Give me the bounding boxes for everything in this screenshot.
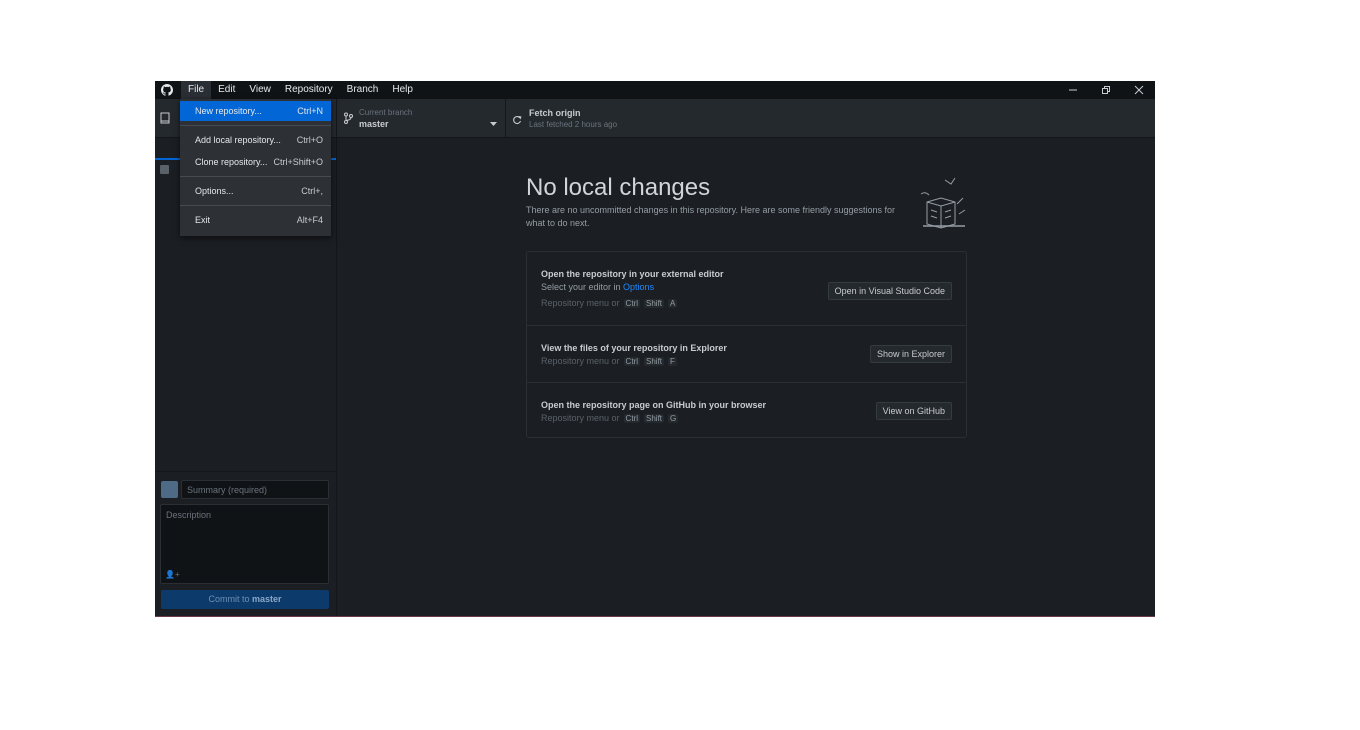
fetch-origin-button[interactable]: Fetch origin Last fetched 2 hours ago <box>506 99 676 137</box>
minimize-icon[interactable] <box>1056 81 1089 99</box>
menu-item-label: Clone repository... <box>195 157 268 167</box>
restore-icon[interactable] <box>1089 81 1122 99</box>
select-all-checkbox[interactable] <box>160 165 169 174</box>
avatar <box>161 481 178 498</box>
page-subtitle: There are no uncommitted changes in this… <box>526 205 896 228</box>
key-f: F <box>668 356 677 366</box>
view-on-github-button[interactable]: View on GitHub <box>875 402 952 420</box>
suggestion-show-explorer: View the files of your repository in Exp… <box>527 326 966 383</box>
key-shift: Shift <box>644 413 665 423</box>
commit-message-area: Summary (required) Description 👤+ Commit… <box>155 471 336 617</box>
key-a: A <box>668 298 678 308</box>
key-ctrl: Ctrl <box>623 298 640 308</box>
menu-separator <box>180 205 331 206</box>
menu-item-label: Exit <box>195 215 211 225</box>
open-in-editor-button[interactable]: Open in Visual Studio Code <box>827 282 952 300</box>
hint-text: Repository menu or <box>541 298 620 308</box>
menu-help[interactable]: Help <box>385 81 420 99</box>
menu-item-add-local-repository[interactable]: Add local repository... Ctrl+O <box>180 130 331 150</box>
repository-icon <box>160 111 170 129</box>
github-logo-icon <box>161 84 173 96</box>
suggestion-title: Open the repository page on GitHub in yo… <box>541 400 767 410</box>
window-bottom-border <box>155 616 1155 617</box>
menu-edit[interactable]: Edit <box>211 81 242 99</box>
suggestion-title: Open the repository in your external edi… <box>541 269 724 279</box>
keyboard-hint: Repository menu or Ctrl Shift A <box>541 298 678 308</box>
suggestion-open-editor: Open the repository in your external edi… <box>527 252 966 326</box>
sync-icon <box>512 112 522 130</box>
current-branch-button[interactable]: Current branch master <box>337 99 506 137</box>
menu-separator <box>180 176 331 177</box>
suggestions-list: Open the repository in your external edi… <box>526 251 967 438</box>
fetch-origin-label: Fetch origin <box>529 108 581 118</box>
menu-repository[interactable]: Repository <box>278 81 340 99</box>
no-changes-view: No local changes There are no uncommitte… <box>337 138 1155 617</box>
key-ctrl: Ctrl <box>623 413 640 423</box>
suggestion-description: Select your editor in Options <box>541 282 654 292</box>
description-placeholder: Description <box>166 510 212 520</box>
summary-input[interactable]: Summary (required) <box>181 480 329 499</box>
description-input[interactable]: Description 👤+ <box>160 504 329 584</box>
branch-icon <box>343 111 353 129</box>
menu-file[interactable]: File <box>181 81 212 99</box>
menu-item-shortcut: Ctrl+Shift+O <box>273 157 323 167</box>
key-ctrl: Ctrl <box>623 356 640 366</box>
menu-item-clone-repository[interactable]: Clone repository... Ctrl+Shift+O <box>180 152 331 172</box>
close-icon[interactable] <box>1122 81 1155 99</box>
options-link[interactable]: Options <box>623 282 654 292</box>
menu-item-shortcut: Alt+F4 <box>296 215 323 225</box>
last-fetched-label: Last fetched 2 hours ago <box>529 120 618 129</box>
menu-item-shortcut: Ctrl+O <box>296 135 323 145</box>
key-shift: Shift <box>644 356 665 366</box>
page-title: No local changes <box>526 174 711 201</box>
menu-item-label: Options... <box>195 186 234 196</box>
key-shift: Shift <box>644 298 665 308</box>
commit-button[interactable]: Commit to master <box>161 590 329 609</box>
suggestion-view-github: Open the repository page on GitHub in yo… <box>527 383 966 437</box>
chevron-down-icon <box>490 114 498 132</box>
keyboard-hint: Repository menu or Ctrl Shift G <box>541 413 679 423</box>
menu-item-shortcut: Ctrl+N <box>297 106 323 116</box>
current-branch-name: master <box>359 119 389 129</box>
suggestion-title: View the files of your repository in Exp… <box>541 343 727 353</box>
current-branch-label: Current branch <box>359 108 413 117</box>
menu-item-shortcut: Ctrl+, <box>301 186 323 196</box>
hint-text: Repository menu or <box>541 356 620 366</box>
commit-button-prefix: Commit to <box>208 594 252 604</box>
title-bar: File Edit View Repository Branch Help <box>155 81 1155 99</box>
keyboard-hint: Repository menu or Ctrl Shift F <box>541 356 677 366</box>
file-menu-dropdown: New repository... Ctrl+N Add local repos… <box>180 99 331 236</box>
hint-text: Repository menu or <box>541 413 620 423</box>
window-controls <box>1056 81 1155 99</box>
commit-button-branch: master <box>251 594 282 604</box>
suggestion-description-text: Select your editor in <box>541 282 624 292</box>
empty-state-illustration-icon <box>915 174 971 232</box>
show-in-explorer-button[interactable]: Show in Explorer <box>869 345 952 363</box>
menu-item-label: New repository... <box>195 106 262 116</box>
menu-separator <box>180 125 331 126</box>
menu-item-exit[interactable]: Exit Alt+F4 <box>180 210 331 230</box>
key-g: G <box>668 413 679 423</box>
menu-view[interactable]: View <box>242 81 278 99</box>
menu-item-new-repository[interactable]: New repository... Ctrl+N <box>180 101 331 121</box>
menu-branch[interactable]: Branch <box>340 81 386 99</box>
menu-item-options[interactable]: Options... Ctrl+, <box>180 181 331 201</box>
menu-item-label: Add local repository... <box>195 135 281 145</box>
add-coauthor-icon[interactable]: 👤+ <box>165 570 180 579</box>
